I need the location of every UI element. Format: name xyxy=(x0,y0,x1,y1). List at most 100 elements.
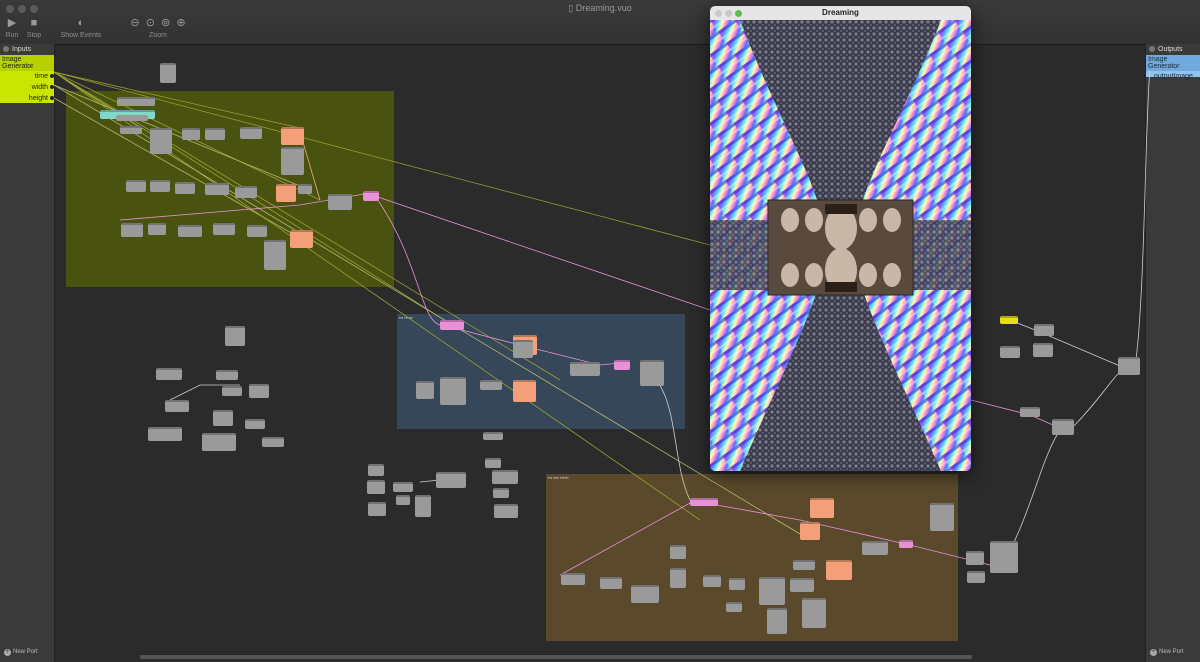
node[interactable] xyxy=(247,225,267,237)
node[interactable] xyxy=(205,183,229,195)
node[interactable] xyxy=(150,180,170,192)
cable xyxy=(449,326,631,366)
node[interactable] xyxy=(264,240,286,270)
node[interactable] xyxy=(485,458,501,468)
cable-layer xyxy=(53,69,1151,576)
close-window-icon[interactable] xyxy=(715,10,722,17)
node[interactable] xyxy=(367,480,385,494)
node[interactable] xyxy=(182,128,200,140)
node[interactable] xyxy=(703,575,721,587)
node[interactable] xyxy=(493,488,509,498)
preview-window[interactable]: Dreaming xyxy=(710,6,971,471)
node[interactable] xyxy=(205,128,225,140)
node[interactable] xyxy=(513,380,536,402)
node[interactable] xyxy=(726,602,742,612)
node[interactable] xyxy=(213,410,233,426)
node[interactable] xyxy=(225,326,245,346)
cable xyxy=(374,195,441,326)
node[interactable] xyxy=(1118,357,1140,375)
node[interactable] xyxy=(415,495,431,517)
node[interactable] xyxy=(235,186,257,198)
node[interactable] xyxy=(800,522,820,540)
node[interactable] xyxy=(802,598,826,628)
node[interactable] xyxy=(281,147,304,175)
zoom-window-icon[interactable] xyxy=(735,10,742,17)
node[interactable] xyxy=(790,578,814,592)
node[interactable] xyxy=(862,541,888,555)
node[interactable] xyxy=(121,223,143,237)
node[interactable] xyxy=(117,97,155,106)
node[interactable] xyxy=(363,191,379,201)
node[interactable] xyxy=(480,380,502,390)
node[interactable] xyxy=(494,504,518,518)
node[interactable] xyxy=(690,498,718,506)
node[interactable] xyxy=(393,482,413,492)
node[interactable] xyxy=(810,498,834,518)
node[interactable] xyxy=(1000,316,1018,324)
node[interactable] xyxy=(328,194,352,210)
node[interactable] xyxy=(150,128,172,154)
node[interactable] xyxy=(262,437,284,447)
node[interactable] xyxy=(120,126,142,134)
node[interactable] xyxy=(759,577,785,605)
node[interactable] xyxy=(1020,407,1040,417)
node[interactable] xyxy=(240,127,262,139)
node[interactable] xyxy=(249,384,269,398)
node[interactable] xyxy=(165,400,189,412)
node[interactable] xyxy=(368,464,384,476)
node[interactable] xyxy=(156,368,182,380)
node[interactable] xyxy=(930,503,954,531)
node[interactable] xyxy=(561,573,585,585)
horizontal-scrollbar[interactable] xyxy=(140,655,972,659)
node[interactable] xyxy=(1034,324,1054,336)
node[interactable] xyxy=(281,127,304,145)
preview-image xyxy=(710,20,971,471)
node[interactable] xyxy=(245,419,265,429)
minimize-window-icon[interactable] xyxy=(725,10,732,17)
node[interactable] xyxy=(148,223,166,235)
node[interactable] xyxy=(1052,419,1074,435)
node[interactable] xyxy=(175,182,195,194)
node[interactable] xyxy=(826,560,852,580)
node[interactable] xyxy=(222,386,242,396)
node[interactable] xyxy=(116,115,148,121)
node[interactable] xyxy=(967,571,985,583)
node[interactable] xyxy=(416,381,434,399)
node[interactable] xyxy=(513,340,533,358)
node[interactable] xyxy=(570,362,600,376)
node[interactable] xyxy=(440,377,466,405)
node[interactable] xyxy=(216,370,238,380)
node[interactable] xyxy=(600,577,622,589)
node[interactable] xyxy=(396,495,410,505)
node[interactable] xyxy=(290,230,313,248)
node[interactable] xyxy=(729,578,745,590)
node[interactable] xyxy=(614,360,630,370)
node[interactable] xyxy=(670,568,686,588)
node[interactable] xyxy=(1033,343,1053,357)
node[interactable] xyxy=(640,360,664,386)
node[interactable] xyxy=(213,223,235,235)
node[interactable] xyxy=(966,551,984,565)
node[interactable] xyxy=(148,427,182,441)
node[interactable] xyxy=(1000,346,1020,358)
cable xyxy=(639,369,691,501)
node[interactable] xyxy=(298,184,312,194)
node[interactable] xyxy=(436,472,466,488)
node[interactable] xyxy=(631,585,659,603)
node[interactable] xyxy=(670,545,686,559)
node[interactable] xyxy=(492,470,518,484)
node[interactable] xyxy=(178,225,202,237)
node[interactable] xyxy=(767,608,787,634)
node[interactable] xyxy=(899,540,913,548)
node[interactable] xyxy=(160,63,176,83)
node[interactable] xyxy=(202,433,236,451)
node[interactable] xyxy=(990,541,1018,573)
node[interactable] xyxy=(276,184,296,202)
cable xyxy=(1134,69,1151,368)
node[interactable] xyxy=(440,320,464,330)
node[interactable] xyxy=(126,180,146,192)
cable xyxy=(559,502,691,576)
node[interactable] xyxy=(368,502,386,516)
node[interactable] xyxy=(483,432,503,440)
node[interactable] xyxy=(793,560,815,570)
